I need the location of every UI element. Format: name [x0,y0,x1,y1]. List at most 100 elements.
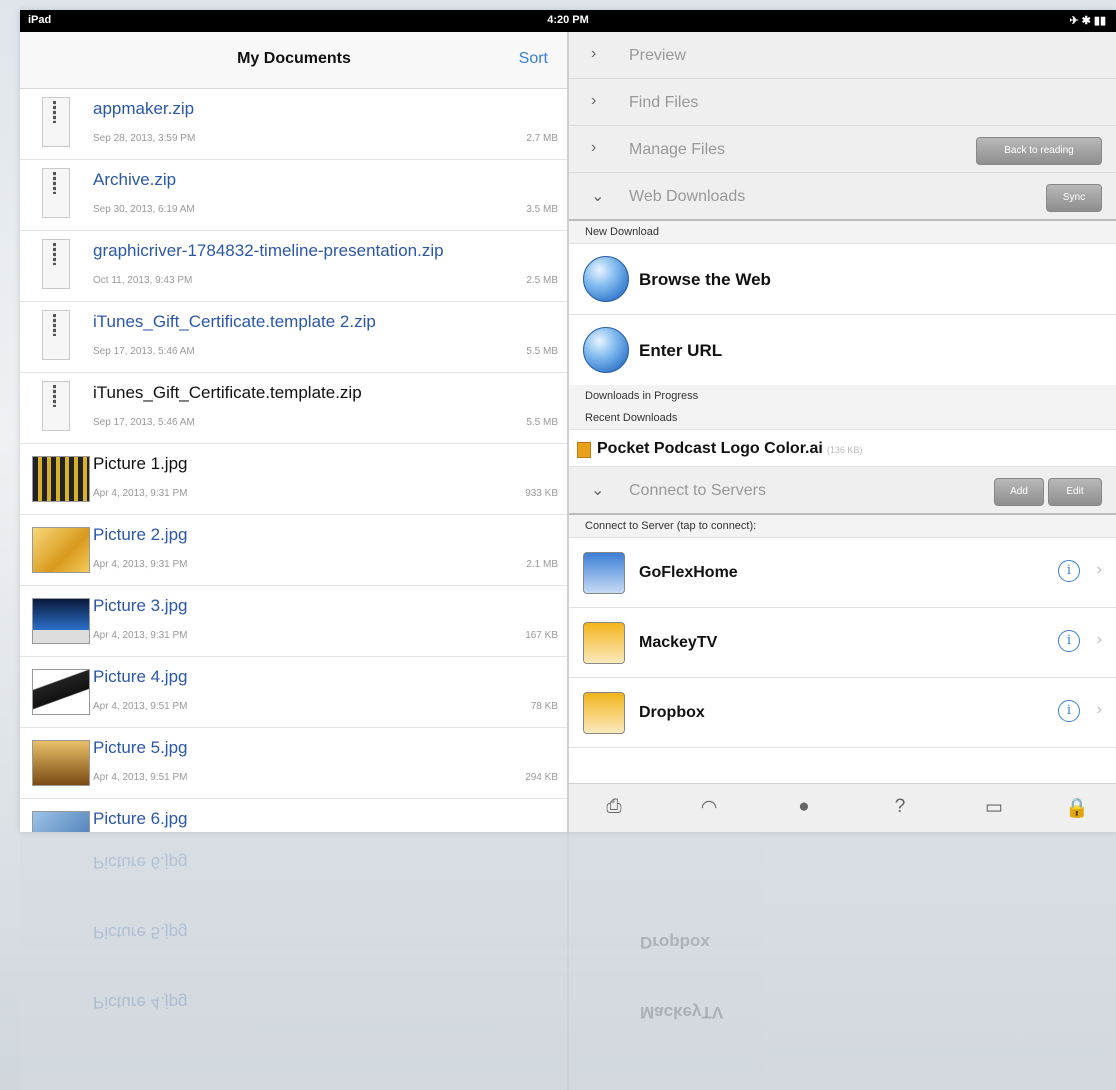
info-icon[interactable]: i [1058,630,1080,652]
chevron-right-icon: › [1096,701,1102,718]
file-date: Sep 17, 2013, 5:46 AM [93,417,195,428]
recent-download-size: (136 KB) [826,445,863,455]
file-row[interactable]: graphicriver-1784832-timeline-presentati… [20,231,568,302]
file-size: 5.5 MB [526,346,558,357]
reflected-file-name: Picture 6.jpg [93,853,188,872]
gdrive-icon [583,622,625,664]
wifi-icon[interactable]: ◠ [694,796,724,820]
new-download-label: New Download [569,221,1116,244]
zip-icon [42,381,70,431]
file-date: Sep 17, 2013, 5:46 AM [93,346,195,357]
enter-url-row[interactable]: Enter URL [569,315,1116,385]
file-name: Picture 2.jpg [93,525,188,544]
zip-file-icon [32,381,82,433]
edit-servers-button[interactable]: Edit [1048,478,1102,506]
file-row[interactable]: Picture 1.jpg Apr 4, 2013, 9:31 PM 933 KB [20,444,568,515]
file-name: iTunes_Gift_Certificate.template.zip [93,383,362,402]
display-icon[interactable]: ▭ [979,796,1009,820]
chevron-right-icon: › [591,92,597,109]
file-row[interactable]: iTunes_Gift_Certificate.template.zip Sep … [20,373,568,444]
preview-section[interactable]: › Preview [569,32,1116,79]
add-server-button[interactable]: Add [994,478,1044,506]
file-row[interactable]: Picture 3.jpg Apr 4, 2013, 9:31 PM 167 KB [20,586,568,657]
file-row[interactable]: Picture 6.jpgApr 4, 2013, 9:59 PM35 KB [20,799,568,832]
manage-files-section[interactable]: › Manage Files Back to reading [569,126,1116,173]
image-preview [32,811,90,832]
page-title: My Documents [237,50,351,67]
server-name: Dropbox [639,704,705,721]
server-row[interactable]: GoFlexHome i › [569,538,1116,608]
browse-web-label: Browse the Web [639,270,771,289]
help-icon[interactable]: ? [885,796,915,820]
lock-icon[interactable]: 🔒 [1062,796,1092,820]
dropbox-icon [583,692,625,734]
info-icon[interactable]: i [1058,560,1080,582]
file-row[interactable]: appmaker.zip Sep 28, 2013, 3:59 PM 2.7 MB [20,89,568,160]
image-preview [32,669,90,715]
chevron-right-icon: › [591,139,597,156]
file-size: 2.5 MB [526,275,558,286]
info-icon[interactable]: i [1058,700,1080,722]
file-name: Picture 4.jpg [93,667,188,686]
zip-file-icon [32,239,82,291]
tools-pane: › Preview › Find Files › Manage Files Ba… [569,32,1116,832]
reflection: Picture 6.jpg Picture 5.jpg Picture 4.jpg D… [20,832,1116,1090]
server-row[interactable]: MackeyTV i › [569,608,1116,678]
image-thumbnail [32,665,90,717]
browse-web-row[interactable]: Browse the Web [569,244,1116,315]
globe-icon [583,256,629,302]
reflected-file-name: Picture 5.jpg [93,923,188,942]
file-size: 2.1 MB [526,559,558,570]
zip-file-icon [32,310,82,362]
zipper [53,101,56,123]
file-date: Oct 11, 2013, 9:43 PM [93,275,193,286]
back-to-reading-button[interactable]: Back to reading [976,137,1102,165]
file-row[interactable]: iTunes_Gift_Certificate.template 2.zip Se… [20,302,568,373]
chevron-right-icon: › [1096,631,1102,648]
file-size: 294 KB [525,772,558,783]
chevron-right-icon: › [1096,561,1102,578]
image-thumbnail [32,807,90,832]
recent-downloads-label: Recent Downloads [569,407,1116,430]
chevron-right-icon: › [591,45,597,62]
file-row[interactable]: Archive.zip Sep 30, 2013, 6:19 AM 3.5 MB [20,160,568,231]
status-bar: iPad 4:20 PM ✈ ✱ ▮▮ [20,10,1116,32]
image-thumbnail [32,523,90,575]
server-list: GoFlexHome i › MackeyTV i › Dropbox i › [569,538,1116,748]
preview-label: Preview [629,47,686,64]
documents-header: My Documents Sort [20,32,568,89]
server-row[interactable]: Dropbox i › [569,678,1116,748]
sort-button[interactable]: Sort [519,50,548,68]
find-files-label: Find Files [629,94,699,111]
reflected-server-name: Dropbox [640,933,710,952]
find-files-section[interactable]: › Find Files [569,79,1116,126]
file-name: iTunes_Gift_Certificate.template 2.zip [93,312,376,331]
connect-servers-section[interactable]: ⌄ Connect to Servers Add Edit [569,467,1116,515]
globe-icon [583,327,629,373]
image-thumbnail [32,736,90,788]
file-row[interactable]: Picture 2.jpg Apr 4, 2013, 9:31 PM 2.1 MB [20,515,568,586]
zipper [53,314,56,336]
settings-icon[interactable]: ● [789,796,819,820]
file-name: Archive.zip [93,170,177,189]
connect-servers-label: Connect to Servers [629,482,766,499]
camera-icon[interactable]: ⎙ [599,796,629,820]
file-row[interactable]: Picture 5.jpg Apr 4, 2013, 9:51 PM 294 KB [20,728,568,799]
file-list: appmaker.zip Sep 28, 2013, 3:59 PM 2.7 MB A… [20,89,568,832]
web-downloads-section[interactable]: ⌄ Web Downloads Sync [569,173,1116,221]
zipper [53,385,56,407]
documents-pane: My Documents Sort appmaker.zip Sep 28, 20… [20,32,568,832]
manage-files-label: Manage Files [629,141,726,158]
file-row[interactable]: Picture 4.jpg Apr 4, 2013, 9:51 PM 78 KB [20,657,568,728]
file-date: Sep 28, 2013, 3:59 PM [93,133,196,144]
document-icon [577,442,591,458]
drive-icon [583,552,625,594]
reflected-file-name: Picture 4.jpg [93,993,188,1012]
chevron-down-icon: ⌄ [591,482,605,499]
file-date: Apr 4, 2013, 9:31 PM [93,559,188,570]
recent-download-item[interactable]: Pocket Podcast Logo Color.ai (136 KB) [569,430,1116,467]
reflected-server-name: MackeyTV [640,1003,724,1022]
image-thumbnail [32,594,90,646]
file-name: Picture 3.jpg [93,596,188,615]
sync-button[interactable]: Sync [1046,184,1102,212]
